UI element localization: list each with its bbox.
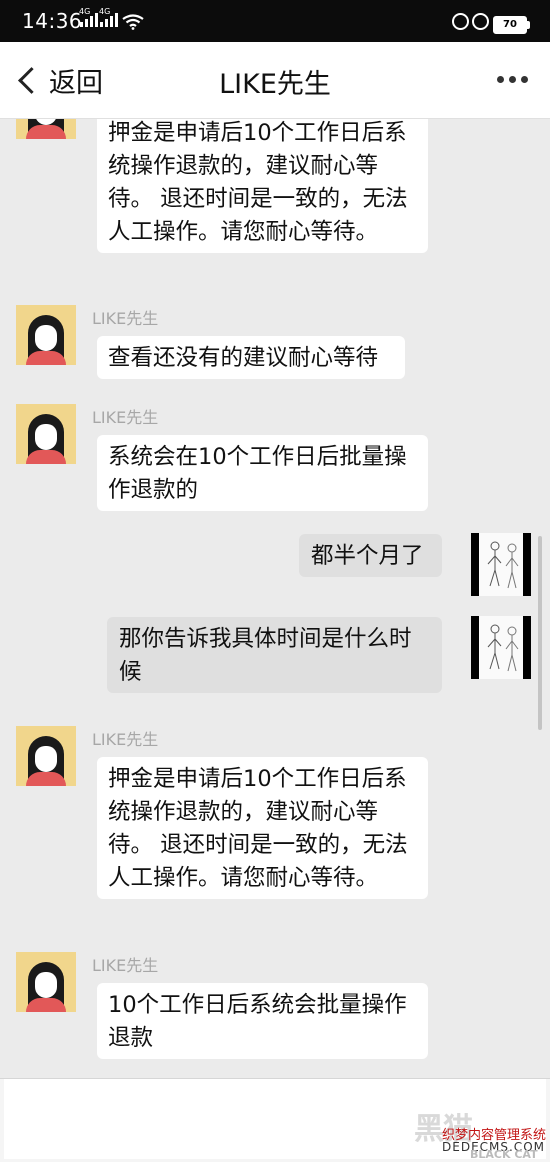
avatar[interactable] (16, 119, 76, 139)
sketch-figure-icon (487, 624, 519, 672)
sender-name: LIKE先生 (92, 309, 159, 328)
scrollbar[interactable] (538, 536, 542, 730)
chat-title: LIKE先生 (219, 69, 331, 100)
sender-name: LIKE先生 (92, 730, 159, 749)
avatar[interactable] (16, 305, 76, 365)
message-bubble-incoming[interactable]: 押金是申请后10个工作日后系统操作退款的，建议耐心等待。 退还时间是一致的，无法… (97, 119, 428, 253)
network-type-label: 4G (79, 7, 91, 16)
message-bubble-incoming[interactable]: 押金是申请后10个工作日后系统操作退款的，建议耐心等待。 退还时间是一致的，无法… (97, 757, 428, 899)
user-avatar[interactable] (471, 533, 531, 596)
battery-icon: 70 (493, 16, 530, 34)
message-bubble-incoming[interactable]: 查看还没有的建议耐心等待 (97, 336, 405, 379)
user-avatar[interactable] (471, 616, 531, 679)
avatar[interactable] (16, 404, 76, 464)
message-bubble-incoming[interactable]: 系统会在10个工作日后批量操作退款的 (97, 435, 428, 511)
more-dots-icon[interactable] (497, 76, 528, 83)
avatar[interactable] (16, 726, 76, 786)
nav-bar: 返回 LIKE先生 (0, 42, 550, 119)
signal-icon-2: 4G (99, 7, 118, 27)
chat-message-list[interactable]: 押金是申请后10个工作日后系统操作退款的，建议耐心等待。 退还时间是一致的，无法… (0, 119, 550, 1078)
signal-icon: 4G (79, 7, 98, 27)
avatar[interactable] (16, 952, 76, 1012)
status-bar: 14:36 4G 4G 70 (0, 0, 550, 42)
sender-name: LIKE先生 (92, 408, 159, 427)
sketch-figure-icon (487, 541, 519, 589)
sender-name: LIKE先生 (92, 956, 159, 975)
status-time: 14:36 (22, 9, 83, 33)
alarm-icon (472, 13, 489, 30)
watermark: 黑猫 织梦内容管理系统 DEDECMS.COM BLACK CAT (400, 1100, 550, 1161)
message-bubble-incoming[interactable]: 10个工作日后系统会批量操作退款 (97, 983, 428, 1059)
lock-icon (452, 13, 469, 30)
message-bubble-outgoing[interactable]: 那你告诉我具体时间是什么时候 (107, 617, 442, 693)
wifi-icon (122, 14, 144, 30)
network-type-label-2: 4G (99, 7, 111, 16)
watermark-brand: BLACK CAT (470, 1148, 538, 1161)
message-bubble-outgoing[interactable]: 都半个月了 (299, 534, 442, 577)
